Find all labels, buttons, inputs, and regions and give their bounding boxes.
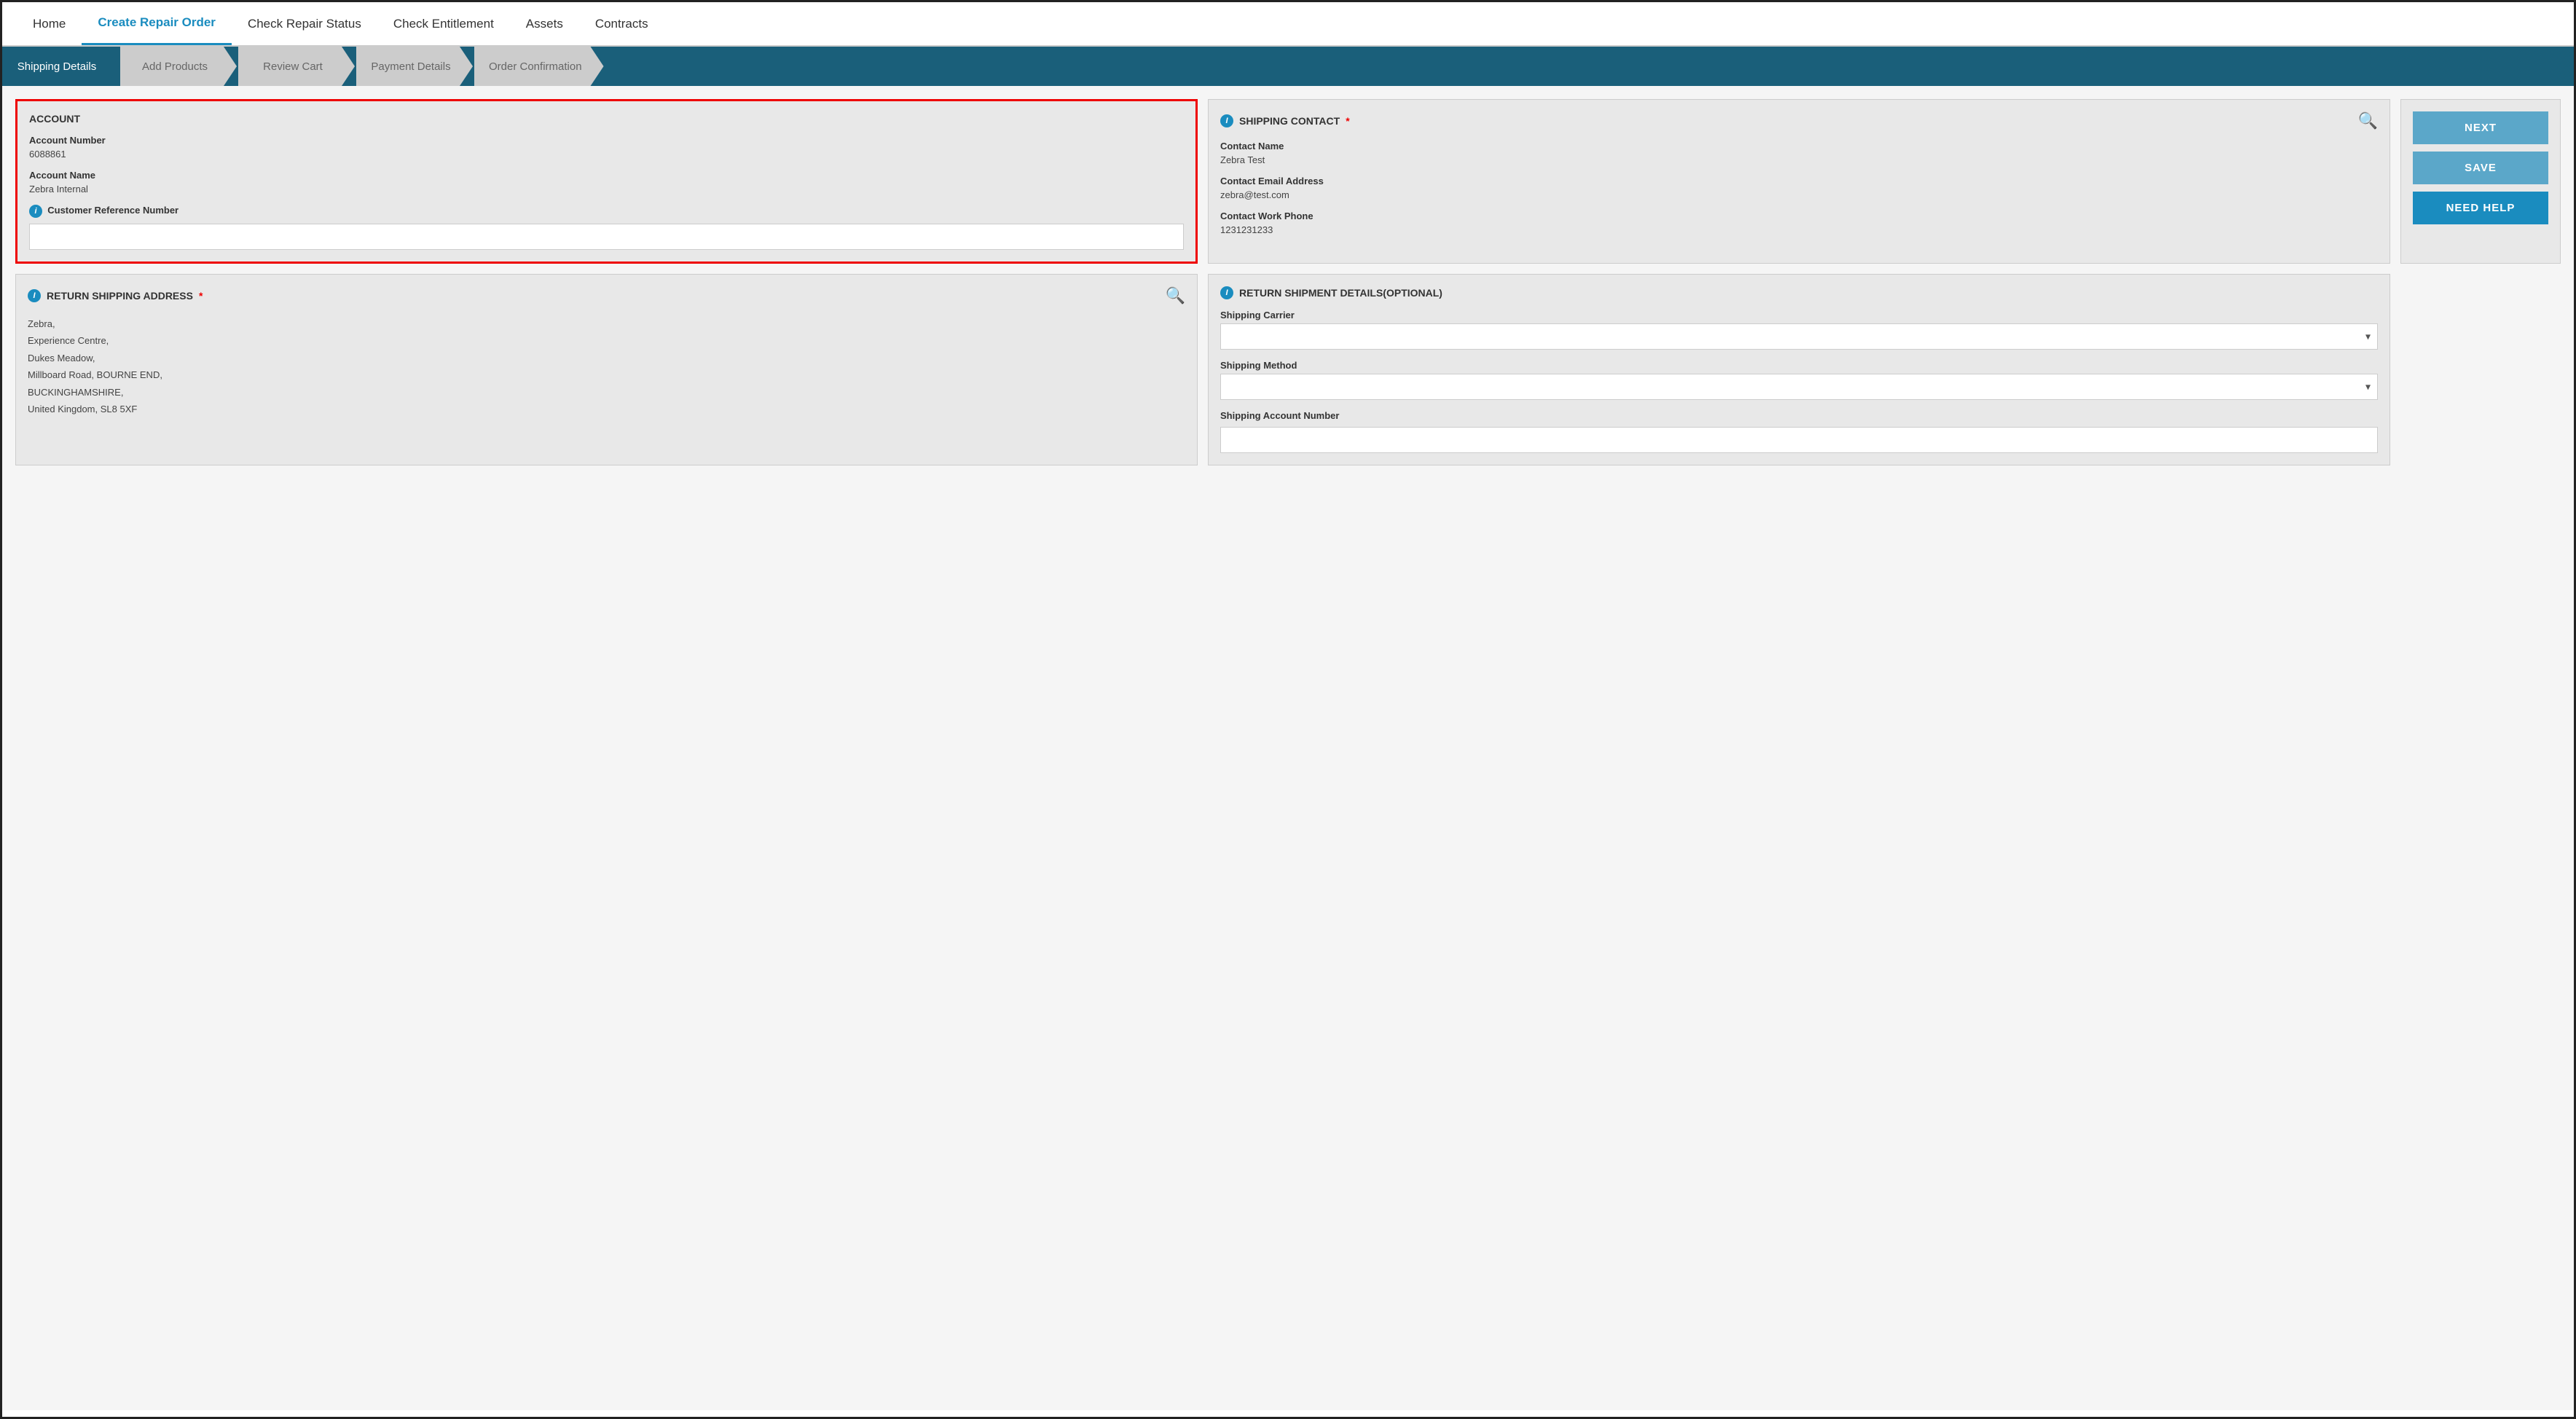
shipping-method-label: Shipping Method bbox=[1220, 360, 2378, 371]
nav-assets[interactable]: Assets bbox=[510, 4, 579, 44]
shipping-carrier-select[interactable] bbox=[1220, 323, 2378, 350]
bottom-right-empty bbox=[2400, 274, 2561, 465]
shipping-carrier-label: Shipping Carrier bbox=[1220, 310, 2378, 321]
return-shipping-info-icon: i bbox=[28, 289, 41, 302]
return-shipment-header: i RETURN SHIPMENT DETAILS(OPTIONAL) bbox=[1220, 286, 2378, 299]
return-shipment-details-panel: i RETURN SHIPMENT DETAILS(OPTIONAL) Ship… bbox=[1208, 274, 2390, 465]
shipping-method-wrapper bbox=[1220, 374, 2378, 400]
account-panel: ACCOUNT Account Number 6088861 Account N… bbox=[15, 99, 1198, 264]
action-buttons-panel: NEXT SAVE NEED HELP bbox=[2400, 99, 2561, 264]
return-shipment-title: RETURN SHIPMENT DETAILS(OPTIONAL) bbox=[1239, 287, 1442, 299]
nav-create-repair-order[interactable]: Create Repair Order bbox=[82, 2, 232, 45]
main-content: ACCOUNT Account Number 6088861 Account N… bbox=[2, 86, 2574, 1410]
shipping-carrier-wrapper bbox=[1220, 323, 2378, 350]
shipping-method-select[interactable] bbox=[1220, 374, 2378, 400]
account-name-value: Zebra Internal bbox=[29, 184, 1184, 194]
account-number-value: 6088861 bbox=[29, 149, 1184, 160]
contact-email-value: zebra@test.com bbox=[1220, 189, 2378, 200]
contact-phone-value: 1231231233 bbox=[1220, 224, 2378, 235]
shipping-contact-info-icon: i bbox=[1220, 114, 1233, 127]
contact-phone-label: Contact Work Phone bbox=[1220, 211, 2378, 221]
return-shipment-info-icon: i bbox=[1220, 286, 1233, 299]
shipping-contact-search-icon[interactable]: 🔍 bbox=[2358, 111, 2378, 130]
return-shipping-search-icon[interactable]: 🔍 bbox=[1166, 286, 1185, 305]
nav-check-repair-status[interactable]: Check Repair Status bbox=[232, 4, 377, 44]
customer-ref-info-icon: i bbox=[29, 205, 42, 218]
shipping-contact-panel: i SHIPPING CONTACT * 🔍 Contact Name Zebr… bbox=[1208, 99, 2390, 264]
contact-email-label: Contact Email Address bbox=[1220, 176, 2378, 186]
return-shipping-required: * bbox=[199, 290, 203, 302]
nav-home[interactable]: Home bbox=[17, 4, 82, 44]
steps-bar: Shipping Details Add Products Review Car… bbox=[2, 47, 2574, 86]
customer-ref-input[interactable] bbox=[29, 224, 1184, 250]
return-shipping-address-text: Zebra, Experience Centre, Dukes Meadow, … bbox=[28, 315, 1185, 417]
step-add-products[interactable]: Add Products bbox=[120, 47, 237, 86]
step-order-confirmation[interactable]: Order Confirmation bbox=[474, 47, 604, 86]
return-shipping-title: RETURN SHIPPING ADDRESS bbox=[47, 290, 193, 302]
step-payment-details[interactable]: Payment Details bbox=[356, 47, 473, 86]
account-panel-header: ACCOUNT bbox=[29, 113, 1184, 125]
top-navigation: Home Create Repair Order Check Repair St… bbox=[2, 2, 2574, 47]
contact-name-value: Zebra Test bbox=[1220, 154, 2378, 165]
account-name-label: Account Name bbox=[29, 170, 1184, 181]
need-help-button[interactable]: NEED HELP bbox=[2413, 192, 2548, 224]
content-grid: ACCOUNT Account Number 6088861 Account N… bbox=[15, 99, 2561, 465]
return-shipping-address-panel: i RETURN SHIPPING ADDRESS * 🔍 Zebra, Exp… bbox=[15, 274, 1198, 465]
shipping-contact-required: * bbox=[1346, 115, 1349, 127]
next-button[interactable]: NEXT bbox=[2413, 111, 2548, 144]
customer-ref-label: i Customer Reference Number bbox=[29, 205, 1184, 218]
step-review-cart[interactable]: Review Cart bbox=[238, 47, 355, 86]
shipping-account-number-input[interactable] bbox=[1220, 427, 2378, 453]
step-shipping-details[interactable]: Shipping Details bbox=[2, 47, 119, 86]
nav-check-entitlement[interactable]: Check Entitlement bbox=[377, 4, 510, 44]
save-button[interactable]: SAVE bbox=[2413, 152, 2548, 184]
shipping-contact-header: i SHIPPING CONTACT * 🔍 bbox=[1220, 111, 2378, 130]
shipping-contact-title: SHIPPING CONTACT bbox=[1239, 115, 1340, 127]
account-number-label: Account Number bbox=[29, 135, 1184, 146]
shipping-account-number-label: Shipping Account Number bbox=[1220, 410, 2378, 421]
return-shipping-address-header: i RETURN SHIPPING ADDRESS * 🔍 bbox=[28, 286, 1185, 305]
nav-contracts[interactable]: Contracts bbox=[579, 4, 664, 44]
contact-name-label: Contact Name bbox=[1220, 141, 2378, 152]
account-title: ACCOUNT bbox=[29, 113, 80, 125]
